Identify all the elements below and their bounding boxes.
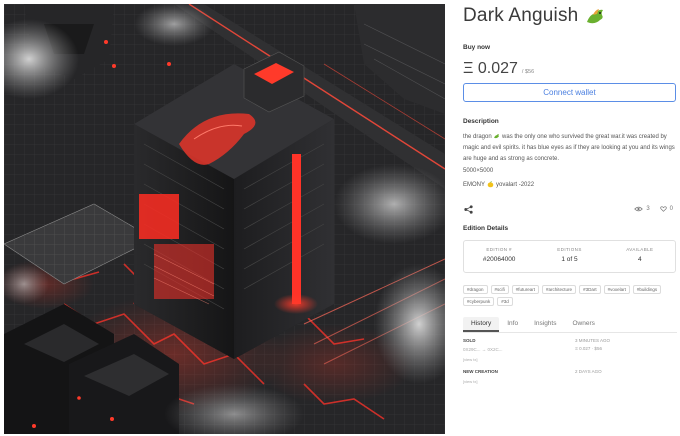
edition-details-box: EDITION # #20064000 EDITIONS 1 of 5 AVAI…	[463, 240, 676, 273]
details-panel: Dark Anguish Buy now Ξ 0.027 / $56 Conne…	[463, 0, 677, 436]
buy-now-label: Buy now	[463, 44, 491, 51]
author-suffix: yovalart -2022	[496, 181, 535, 188]
tag-scifi[interactable]: #scifi	[490, 285, 509, 294]
available-cell: AVAILABLE 4	[605, 241, 675, 272]
description-label: Description	[463, 118, 499, 125]
view-tx-link[interactable]: [view tx]	[463, 357, 677, 362]
views-count: 3	[646, 206, 650, 212]
artwork-image[interactable]	[4, 4, 445, 434]
page-title: Dark Anguish	[463, 5, 579, 26]
heart-icon[interactable]	[659, 206, 667, 212]
available-value: 4	[638, 256, 642, 263]
likes-count: 0	[669, 206, 673, 212]
tag-cyberpunk[interactable]: #cyberpunk	[463, 297, 495, 306]
share-icon[interactable]	[464, 205, 473, 214]
edition-number-key: EDITION #	[486, 247, 512, 252]
dragon-icon	[494, 134, 500, 139]
author-prefix: EMONY	[463, 181, 486, 188]
description-text: the dragon was the only one who survived…	[463, 132, 676, 165]
dragon-icon	[587, 9, 604, 24]
tag-3d[interactable]: #3d	[497, 297, 513, 306]
edition-details-label: Edition Details	[463, 225, 509, 232]
history-item: SOLD 0X29C... → 0X2C... [view tx] 3 MINU…	[463, 338, 677, 362]
stats-row: 3 0	[634, 206, 673, 212]
tag-architecture[interactable]: #architecture	[542, 285, 577, 294]
tag-buildings[interactable]: #buildings	[632, 285, 662, 294]
tab-owners[interactable]: Owners	[564, 317, 602, 332]
history-item: NEW CREATION [view tx] 2 DAYS AGO	[463, 369, 677, 384]
resolution-text: 5000×5000	[463, 168, 494, 174]
tag-voxelart[interactable]: #voxelart	[603, 285, 630, 294]
editions-key: EDITIONS	[557, 247, 582, 252]
tag-3dart[interactable]: #3Dart	[579, 285, 601, 294]
description-part-1: the dragon	[463, 134, 492, 140]
artwork-illustration	[4, 4, 445, 434]
history-time: 2 DAYS AGO	[575, 369, 602, 374]
history-event: NEW CREATION	[463, 369, 498, 374]
author-line: EMONY yovalart -2022	[463, 181, 534, 188]
tab-info[interactable]: Info	[499, 317, 526, 332]
title-row: Dark Anguish	[463, 5, 606, 27]
editions-value: 1 of 5	[561, 256, 578, 263]
history-event: SOLD	[463, 338, 476, 343]
edition-number-cell: EDITION # #20064000	[464, 241, 534, 272]
price-row: Ξ 0.027 / $56	[463, 60, 534, 78]
history-parties: 0X29C... → 0X2C...	[463, 347, 503, 352]
tab-insights[interactable]: Insights	[526, 317, 564, 332]
price-usd: / $56	[521, 69, 535, 75]
tab-history[interactable]: History	[463, 317, 500, 332]
connect-wallet-button[interactable]: Connect wallet	[463, 83, 676, 102]
view-tx-link[interactable]: [view tx]	[463, 379, 677, 384]
tag-dragon[interactable]: #dragon	[463, 285, 488, 294]
tag-list: #dragon #scifi #futureart #architecture …	[463, 285, 677, 306]
history-time: 3 MINUTES AGO	[575, 338, 611, 343]
history-amount: Ξ 0.027 · $56	[575, 346, 602, 351]
edition-number-value: #20064000	[482, 256, 516, 263]
lemon-icon	[487, 181, 494, 188]
editions-cell: EDITIONS 1 of 5	[534, 241, 604, 272]
tab-bar: History Info Insights Owners	[463, 317, 677, 333]
price-value: Ξ 0.027	[463, 60, 518, 77]
available-key: AVAILABLE	[626, 247, 654, 252]
tag-futureart[interactable]: #futureart	[511, 285, 540, 294]
eye-icon	[634, 206, 644, 212]
